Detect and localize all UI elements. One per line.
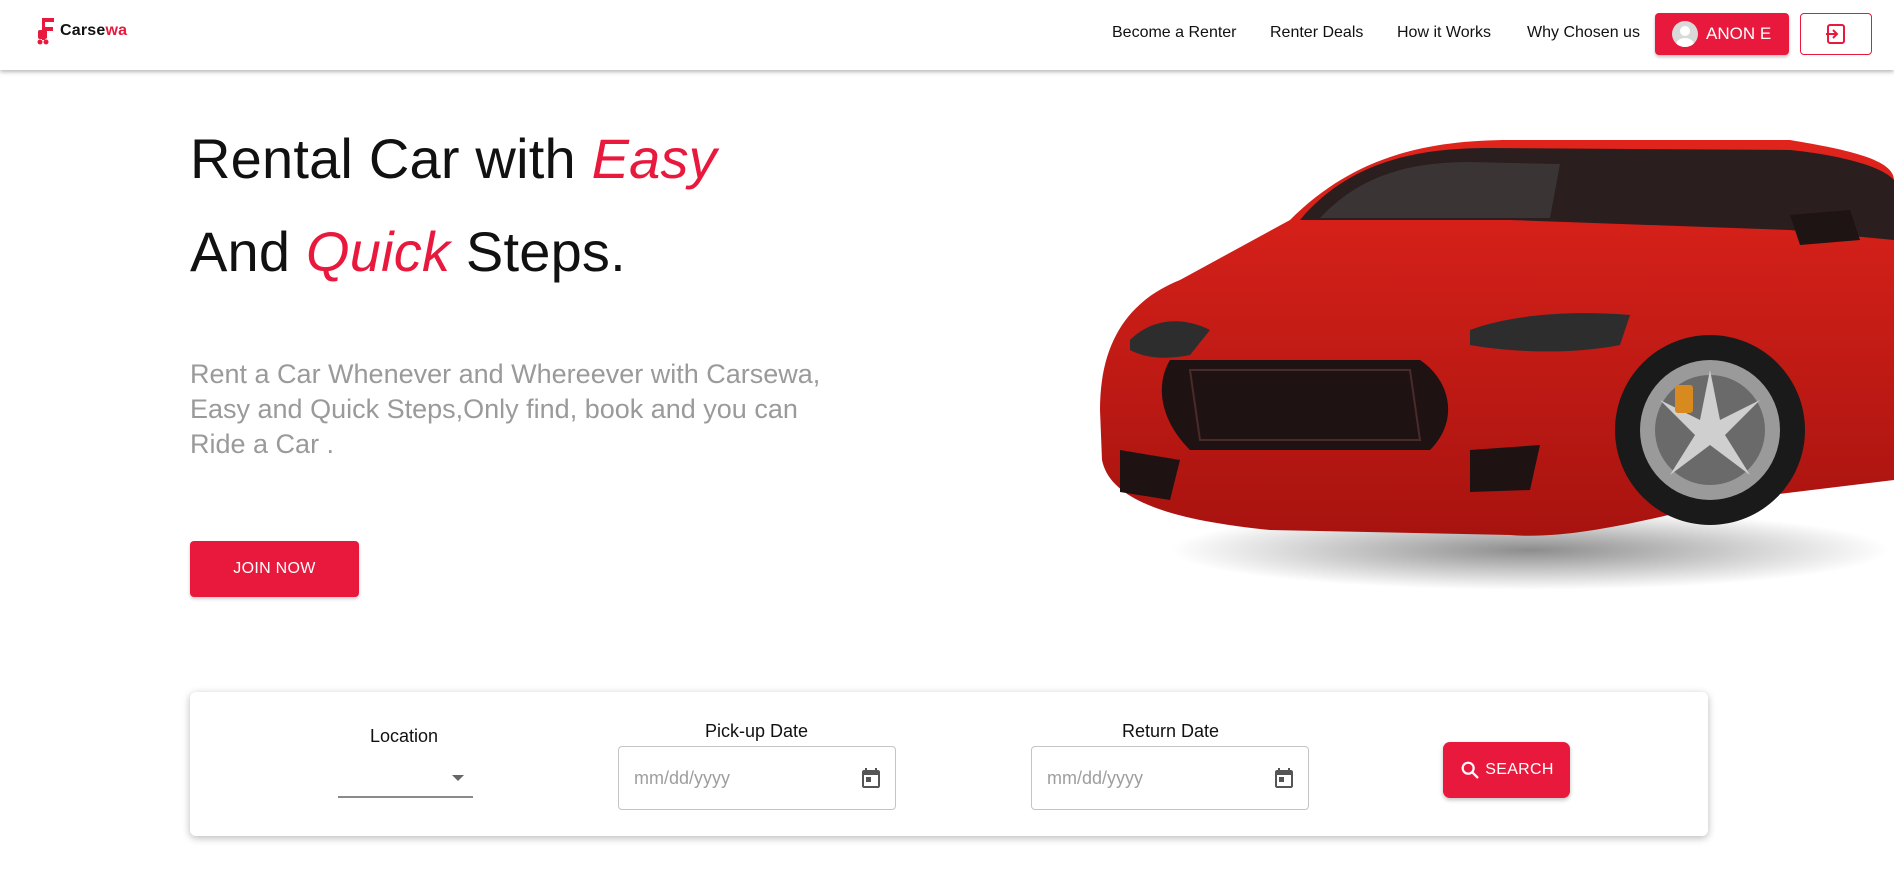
- calendar-icon[interactable]: [1272, 766, 1296, 790]
- nav-renter-deals[interactable]: Renter Deals: [1270, 24, 1363, 42]
- search-icon: [1461, 761, 1479, 779]
- user-name: ANON E: [1706, 24, 1772, 43]
- chevron-down-icon: [452, 775, 464, 781]
- return-date-label: Return Date: [1122, 721, 1220, 741]
- location-label: Location: [370, 726, 439, 746]
- hero-title-line-1: Rental Car with Easy: [190, 127, 717, 190]
- red-car-image: [1100, 140, 1894, 590]
- return-date-placeholder: mm/dd/yyyy: [1047, 767, 1144, 788]
- hero-subtitle: Rent a Car Whenever and Whereever with C…: [190, 359, 821, 459]
- pickup-date-placeholder: mm/dd/yyyy: [634, 767, 731, 788]
- hero-title-highlight-quick: Quick: [306, 220, 451, 283]
- account-circle-icon: [1672, 21, 1698, 47]
- search-button-label: SEARCH: [1485, 761, 1554, 778]
- hero-title-highlight-easy: Easy: [591, 127, 717, 190]
- nav-why-chosen-us[interactable]: Why Chosen us: [1527, 24, 1640, 42]
- user-account-button[interactable]: ANON E: [1655, 13, 1789, 55]
- top-navbar: Carsewa Become a Renter Renter Deals How…: [0, 0, 1894, 70]
- pickup-date-input[interactable]: mm/dd/yyyy: [618, 746, 896, 810]
- brand-logo[interactable]: Carsewa: [36, 16, 127, 46]
- brand-name: Carsewa: [60, 22, 128, 39]
- search-button[interactable]: SEARCH: [1443, 742, 1570, 798]
- join-now-button[interactable]: JOIN NOW: [190, 541, 359, 597]
- logout-icon: [1826, 24, 1845, 44]
- nav-become-renter[interactable]: Become a Renter: [1112, 24, 1237, 42]
- pickup-date-label: Pick-up Date: [705, 721, 809, 741]
- calendar-icon[interactable]: [859, 766, 883, 790]
- search-panel: Location Pick-up Date mm/dd/yyyy Return …: [190, 692, 1708, 836]
- car-logo-icon: [37, 18, 54, 45]
- logout-button[interactable]: [1800, 13, 1872, 55]
- hero-title-line-2: And Quick Steps.: [190, 220, 626, 283]
- nav-how-it-works[interactable]: How it Works: [1397, 24, 1491, 42]
- return-date-input[interactable]: mm/dd/yyyy: [1031, 746, 1309, 810]
- location-select-underline: [338, 796, 473, 798]
